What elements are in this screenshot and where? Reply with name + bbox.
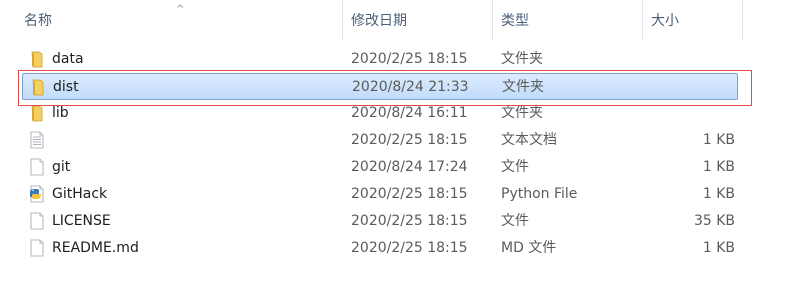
column-header-size-label: 大小 [651,13,679,29]
folder-icon [31,105,43,122]
column-header-type-label: 类型 [501,13,529,29]
file-icon [30,212,44,230]
text-document-icon [30,131,44,149]
file-type: 文件 [501,213,529,229]
column-divider[interactable] [492,0,493,40]
file-row[interactable]: LICENSE 2020/2/25 18:15 文件 35 KB [22,208,738,235]
file-type: 文件 [501,159,529,175]
file-modified-date: 2020/2/25 18:15 [351,240,468,256]
file-row[interactable]: 2020/2/25 18:15 文本文档 1 KB [22,127,738,154]
file-modified-date: 2020/2/25 18:15 [351,51,468,67]
file-name: data [52,51,84,67]
file-size: 35 KB [693,213,735,229]
file-modified-date: 2020/2/25 18:15 [351,186,468,202]
file-name: GitHack [52,186,108,202]
file-row[interactable]: GitHack 2020/2/25 18:15 Python File 1 KB [22,181,738,208]
column-header-modified-label: 修改日期 [351,13,407,29]
file-size: 1 KB [702,159,735,175]
column-header: 名称 ^ 修改日期 类型 大小 [0,0,799,40]
column-divider[interactable] [742,0,743,40]
file-size: 1 KB [702,132,735,148]
sort-ascending-icon: ^ [176,4,185,15]
file-size: 1 KB [702,186,735,202]
file-modified-date: 2020/2/25 18:15 [351,213,468,229]
column-divider[interactable] [642,0,643,40]
file-name: git [52,159,71,175]
file-name: LICENSE [52,213,111,229]
file-size: 1 KB [702,240,735,256]
column-divider[interactable] [342,0,343,40]
file-icon [30,158,44,176]
file-icon [30,239,44,257]
file-row[interactable]: README.md 2020/2/25 18:15 MD 文件 1 KB [22,235,738,262]
file-type: Python File [501,186,578,202]
file-row[interactable]: git 2020/8/24 17:24 文件 1 KB [22,154,738,181]
column-header-size[interactable]: 大小 [651,0,741,40]
folder-icon [31,51,43,68]
file-name: README.md [52,240,139,256]
file-row[interactable]: data 2020/2/25 18:15 文件夹 [22,46,738,73]
column-header-modified[interactable]: 修改日期 [351,0,491,40]
selection-highlight-annotation [18,70,752,106]
file-type: 文件夹 [501,51,543,67]
file-type: 文本文档 [501,132,557,148]
column-header-name-label: 名称 [24,13,52,29]
file-type: MD 文件 [501,240,557,256]
file-modified-date: 2020/2/25 18:15 [351,132,468,148]
column-header-type[interactable]: 类型 [501,0,641,40]
python-file-icon [30,185,44,203]
file-modified-date: 2020/8/24 17:24 [351,159,468,175]
